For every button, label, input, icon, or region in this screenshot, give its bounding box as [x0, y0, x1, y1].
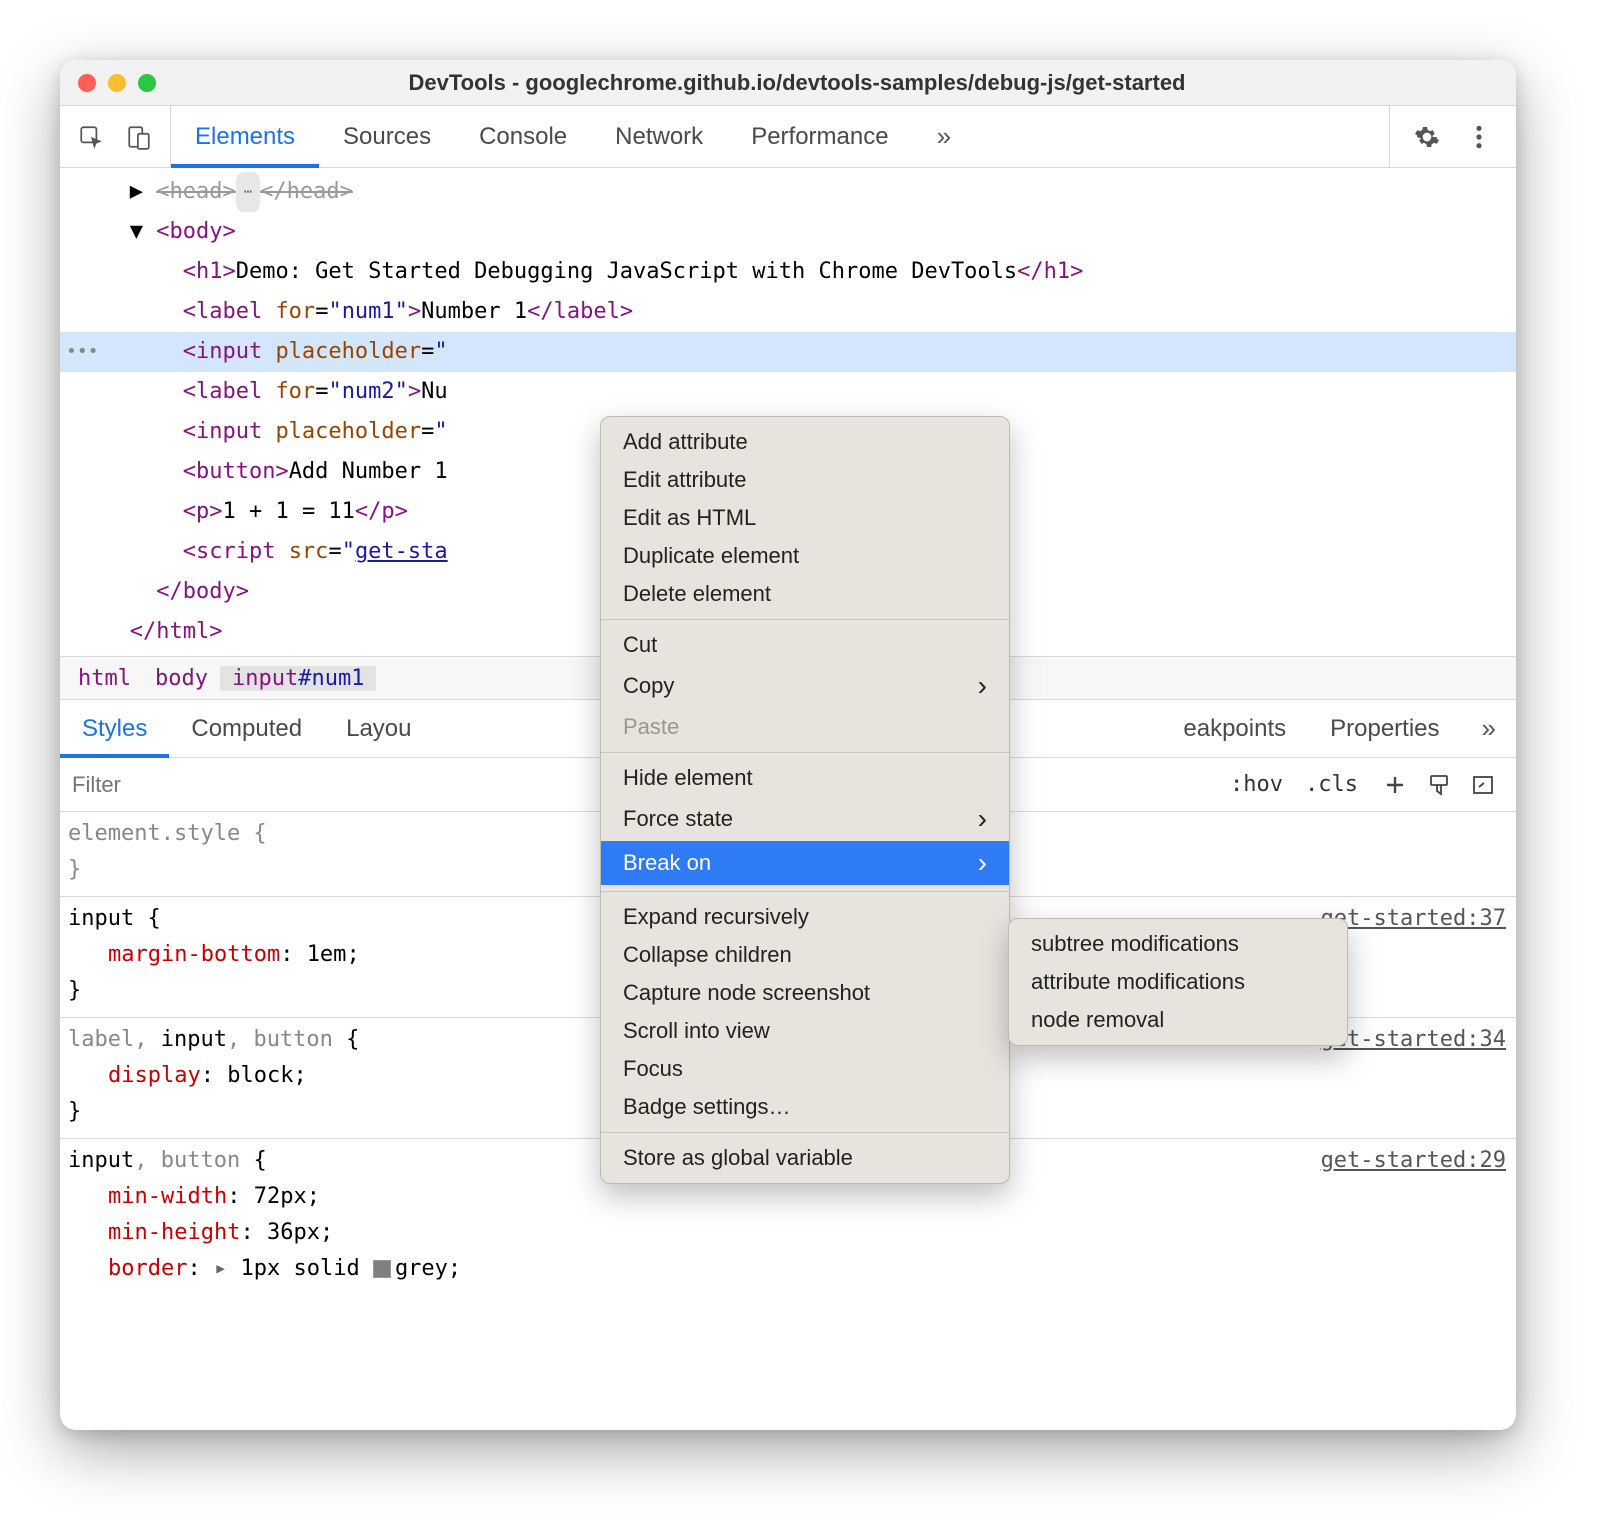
tab-console[interactable]: Console	[455, 106, 591, 167]
paint-brush-icon[interactable]	[1424, 770, 1454, 800]
window-title: DevTools - googlechrome.github.io/devtoo…	[96, 70, 1498, 96]
main-tabs: Elements Sources Console Network Perform…	[171, 106, 1389, 167]
titlebar: DevTools - googlechrome.github.io/devtoo…	[60, 60, 1516, 106]
menu-store-global-variable[interactable]: Store as global variable	[601, 1139, 1009, 1177]
dom-line-label2[interactable]: <label for="num2">Nu	[60, 372, 1516, 412]
new-style-rule-icon[interactable]	[1380, 770, 1410, 800]
menu-expand-recursively[interactable]: Expand recursively	[601, 898, 1009, 936]
hov-toggle[interactable]: :hov	[1230, 772, 1283, 797]
device-toggle-icon[interactable]	[124, 122, 154, 152]
toolbar-left	[60, 106, 171, 167]
close-window-button[interactable]	[78, 74, 96, 92]
dom-line-head[interactable]: ▶ <head>⋯</head>	[60, 172, 1516, 212]
break-on-submenu: subtree modifications attribute modifica…	[1008, 918, 1348, 1046]
menu-badge-settings[interactable]: Badge settings…	[601, 1088, 1009, 1126]
menu-capture-node-screenshot[interactable]: Capture node screenshot	[601, 974, 1009, 1012]
crumb-input-num1[interactable]: input#num1	[220, 666, 376, 691]
subtab-styles[interactable]: Styles	[60, 700, 169, 757]
menu-separator	[601, 752, 1009, 753]
menu-hide-element[interactable]: Hide element	[601, 759, 1009, 797]
tab-network[interactable]: Network	[591, 106, 727, 167]
menu-collapse-children[interactable]: Collapse children	[601, 936, 1009, 974]
subtab-layout[interactable]: Layou	[324, 700, 433, 757]
dom-line-h1[interactable]: <h1>Demo: Get Started Debugging JavaScri…	[60, 252, 1516, 292]
menu-edit-as-html[interactable]: Edit as HTML	[601, 499, 1009, 537]
menu-delete-element[interactable]: Delete element	[601, 575, 1009, 613]
dom-line-input1[interactable]: ••• <input placeholder="	[60, 332, 1516, 372]
settings-gear-icon[interactable]	[1412, 122, 1442, 152]
menu-add-attribute[interactable]: Add attribute	[601, 423, 1009, 461]
computed-panel-icon[interactable]	[1468, 770, 1498, 800]
menu-separator	[601, 891, 1009, 892]
menu-duplicate-element[interactable]: Duplicate element	[601, 537, 1009, 575]
kebab-menu-icon[interactable]	[1464, 122, 1494, 152]
devtools-window: DevTools - googlechrome.github.io/devtoo…	[60, 60, 1516, 1430]
subtab-breakpoints[interactable]: eakpoints	[1161, 700, 1308, 757]
source-location-link[interactable]: get-started:34	[1321, 1022, 1506, 1058]
menu-copy[interactable]: Copy	[601, 664, 1009, 708]
cls-toggle[interactable]: .cls	[1305, 772, 1358, 797]
color-swatch-icon[interactable]	[373, 1260, 391, 1278]
submenu-subtree-modifications[interactable]: subtree modifications	[1009, 925, 1347, 963]
inspect-element-icon[interactable]	[76, 122, 106, 152]
menu-break-on[interactable]: Break on	[601, 841, 1009, 885]
toolbar-right	[1389, 106, 1516, 167]
crumb-html[interactable]: html	[66, 666, 143, 691]
tab-elements[interactable]: Elements	[171, 106, 319, 167]
source-location-link[interactable]: get-started:37	[1321, 901, 1506, 937]
submenu-node-removal[interactable]: node removal	[1009, 1001, 1347, 1039]
dom-line-body-open[interactable]: ▼ <body>	[60, 212, 1516, 252]
dom-line-label1[interactable]: <label for="num1">Number 1</label>	[60, 292, 1516, 332]
context-menu: Add attribute Edit attribute Edit as HTM…	[600, 416, 1010, 1184]
menu-force-state[interactable]: Force state	[601, 797, 1009, 841]
crumb-body[interactable]: body	[143, 666, 220, 691]
menu-scroll-into-view[interactable]: Scroll into view	[601, 1012, 1009, 1050]
tab-performance[interactable]: Performance	[727, 106, 912, 167]
subtab-computed[interactable]: Computed	[169, 700, 324, 757]
submenu-attribute-modifications[interactable]: attribute modifications	[1009, 963, 1347, 1001]
menu-edit-attribute[interactable]: Edit attribute	[601, 461, 1009, 499]
menu-separator	[601, 1132, 1009, 1133]
menu-cut[interactable]: Cut	[601, 626, 1009, 664]
main-toolbar: Elements Sources Console Network Perform…	[60, 106, 1516, 168]
menu-paste: Paste	[601, 708, 1009, 746]
subtabs-overflow-icon[interactable]: »	[1462, 700, 1516, 757]
tabs-overflow-icon[interactable]: »	[913, 106, 975, 167]
source-location-link[interactable]: get-started:29	[1321, 1143, 1506, 1179]
menu-focus[interactable]: Focus	[601, 1050, 1009, 1088]
menu-separator	[601, 619, 1009, 620]
subtab-properties[interactable]: Properties	[1308, 700, 1461, 757]
tab-sources[interactable]: Sources	[319, 106, 455, 167]
